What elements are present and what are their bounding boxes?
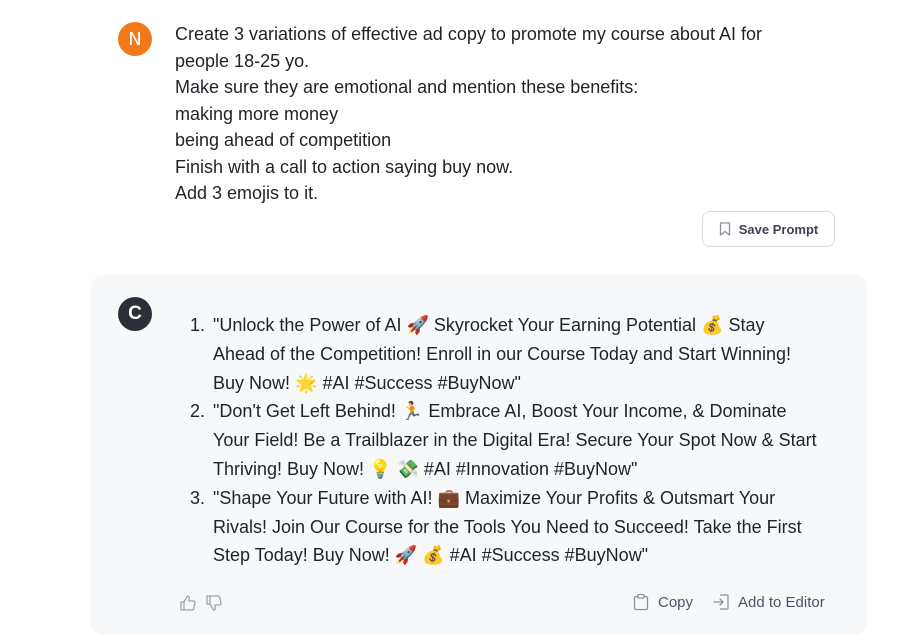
user-message-line: Create 3 variations of effective ad copy… [175,24,762,44]
list-item-line: Your Field! Be a Trailblazer in the Digi… [213,430,817,451]
list-item-number: 1. [190,315,206,335]
user-avatar: N [118,22,152,56]
save-prompt-label: Save Prompt [738,221,819,237]
ad-copy-list: 1. "Unlock the Power of AI 🚀 Skyrocket Y… [190,311,850,570]
list-item-line: Thriving! Buy Now! 💡 💸 #AI #Innovation #… [213,458,638,479]
list-item: 3. "Shape Your Future with AI! 💼 Maximiz… [190,484,850,570]
list-item-line: "Shape Your Future with AI! 💼 Maximize Y… [213,487,776,508]
user-message-line: Add 3 emojis to it. [175,183,319,203]
assistant-avatar-letter: C [128,303,142,324]
list-item-number: 3. [190,487,206,508]
user-message-line: people 18-25 yo. [175,50,310,71]
list-item: 1. "Unlock the Power of AI 🚀 Skyrocket Y… [190,311,850,397]
save-prompt-button[interactable]: Save Prompt [702,211,835,247]
assistant-avatar: C [118,297,152,331]
list-item-line: "Don't Get Left Behind! 🏃 Embrace AI, Bo… [213,401,787,422]
add-to-editor-icon [713,594,729,610]
list-item-line: Rivals! Join Our Course for the Tools Yo… [213,516,802,537]
clipboard-icon [633,593,649,611]
list-item: 2. "Don't Get Left Behind! 🏃 Embrace AI,… [190,397,850,483]
user-message-line: making more money [175,103,339,124]
copy-label: Copy [658,593,694,611]
copy-button[interactable]: Copy [632,593,693,611]
list-item-line: Ahead of the Competition! Enroll in our … [213,343,791,364]
thumbs-down-icon[interactable] [205,594,223,612]
feedback-buttons [179,594,223,612]
add-to-editor-button[interactable]: Add to Editor [712,593,825,611]
list-item-line: "Unlock the Power of AI 🚀 Skyrocket Your… [213,315,765,335]
thumbs-up-icon[interactable] [179,594,197,612]
add-to-editor-label: Add to Editor [738,593,825,611]
user-avatar-letter: N [128,28,142,50]
user-message: Create 3 variations of effective ad copy… [175,21,835,207]
user-message-line: Make sure they are emotional and mention… [175,77,639,97]
user-message-line: being ahead of competition [175,130,392,150]
bookmark-icon [719,222,730,236]
user-message-line: Finish with a call to action saying buy … [175,156,514,177]
list-item-number: 2. [190,401,206,422]
list-item-line: Step Today! Buy Now! 🚀 💰 #AI #Success #B… [213,545,649,566]
list-item-line: Buy Now! 🌟 #AI #Success #BuyNow" [213,372,521,393]
